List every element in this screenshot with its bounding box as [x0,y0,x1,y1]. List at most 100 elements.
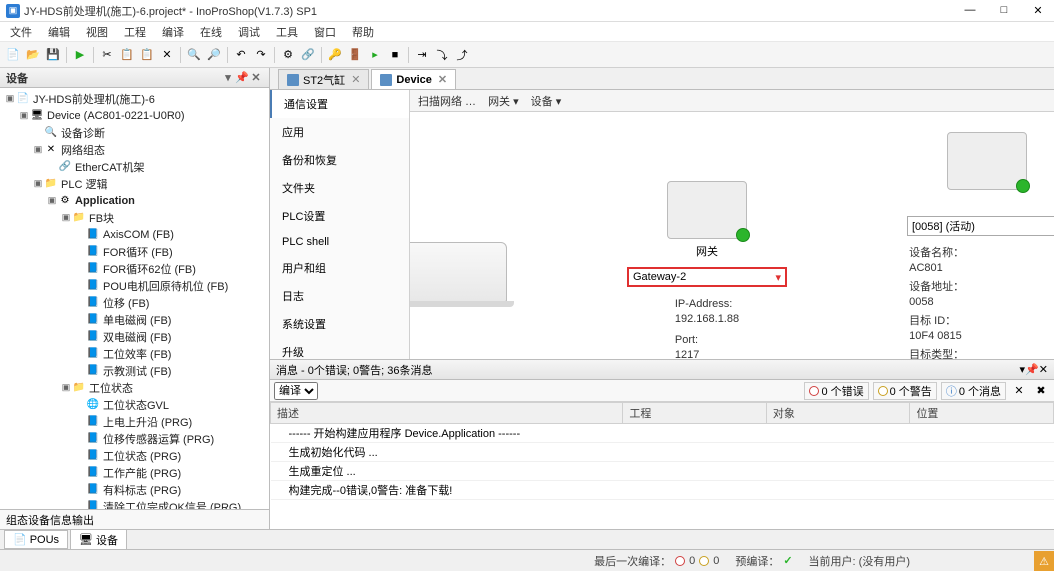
tree-item[interactable]: 🌐工位状态GVL [0,396,269,413]
tree-item[interactable]: 📘FOR循环 (FB) [0,243,269,260]
login-icon[interactable]: 🔑 [326,46,344,64]
tree-item[interactable]: 🔗EtherCAT机架 [0,158,269,175]
maximize-button[interactable]: □ [994,4,1014,17]
tree-item[interactable]: ▣⚙Application [0,192,269,209]
menu-debug[interactable]: 调试 [234,22,264,42]
tree-item[interactable]: 📘工位状态 (PRG) [0,447,269,464]
delete-icon[interactable]: ✕ [158,46,176,64]
gateway-select[interactable]: Gateway-2▾ [627,267,787,287]
panel-pin-icon[interactable]: 📌 [1025,363,1039,376]
tree-item[interactable]: 🔍设备诊断 [0,124,269,141]
tree-item[interactable]: ▣📁PLC 逻辑 [0,175,269,192]
step-icon[interactable]: ⇥ [413,46,431,64]
menu-view[interactable]: 视图 [82,22,112,42]
panel-dropdown-icon[interactable]: ▾ [221,71,235,84]
tree-item[interactable]: ▣✕网络组态 [0,141,269,158]
save-icon[interactable]: 💾 [44,46,62,64]
tree-item[interactable]: 📘位移传感器运算 (PRG) [0,430,269,447]
tree-item[interactable]: ▣🖥Device (AC801-0221-U0R0) [0,107,269,124]
nav-app[interactable]: 应用 [270,118,409,146]
tab-st2[interactable]: ST2气缸✕ [278,69,369,89]
menu-online[interactable]: 在线 [196,22,226,42]
copy-icon[interactable]: 📋 [118,46,136,64]
tree-item[interactable]: 📘工位效率 (FB) [0,345,269,362]
message-category-select[interactable]: 编译 [274,382,318,400]
menu-help[interactable]: 帮助 [348,22,378,42]
tree-item[interactable]: ▣📁工位状态 [0,379,269,396]
tree-item[interactable]: 📘AxisCOM (FB) [0,226,269,243]
tree-item[interactable]: 📘有料标志 (PRG) [0,481,269,498]
tree-item[interactable]: ▣📄JY-HDS前处理机(施工)-6 [0,90,269,107]
tab-device[interactable]: Device✕ [371,69,456,89]
link-icon[interactable]: 🔗 [299,46,317,64]
message-row[interactable]: 生成重定位 ... [271,462,1054,481]
open-icon[interactable]: 📂 [24,46,42,64]
message-row[interactable]: ------ 开始构建应用程序 Device.Application -----… [271,424,1054,443]
redo-icon[interactable]: ↷ [252,46,270,64]
device-menu[interactable]: 设备 ▾ [531,93,562,109]
messages-table[interactable]: 描述 工程 对象 位置 ------ 开始构建应用程序 Device.Appli… [270,402,1054,500]
nav-folders[interactable]: 文件夹 [270,174,409,202]
nav-plcshell[interactable]: PLC shell [270,230,409,254]
stepout-icon[interactable]: ⤴ [453,46,471,64]
nav-sys[interactable]: 系统设置 [270,310,409,338]
tree-item[interactable]: 📘单电磁阀 (FB) [0,311,269,328]
menu-edit[interactable]: 编辑 [44,22,74,42]
panel-close-icon[interactable]: ✕ [1039,363,1048,376]
message-row[interactable]: 构建完成--0错误,0警告: 准备下载! [271,481,1054,500]
tab-device[interactable]: 🖥设备 [70,529,127,551]
tree-item[interactable]: 📘示教测试 (FB) [0,362,269,379]
menu-window[interactable]: 窗口 [310,22,340,42]
start-icon[interactable]: ▸ [366,46,384,64]
tree-item[interactable]: 📘清除工位完成OK信号 (PRG) [0,498,269,509]
find2-icon[interactable]: 🔎 [205,46,223,64]
panel-pin-icon[interactable]: 📌 [235,71,249,84]
tree-item[interactable]: 📘上电上升沿 (PRG) [0,413,269,430]
panel-close-icon[interactable]: ✕ [249,71,263,84]
build-icon[interactable]: ⚙ [279,46,297,64]
config-output-tab[interactable]: 组态设备信息输出 [0,509,269,529]
stop-icon[interactable]: ■ [386,46,404,64]
minimize-button[interactable]: — [960,4,980,17]
new-icon[interactable]: 📄 [4,46,22,64]
tab-close-icon[interactable]: ✕ [438,73,447,86]
logout-icon[interactable]: 🚪 [346,46,364,64]
tree-item[interactable]: 📘FOR循环62位 (FB) [0,260,269,277]
warning-filter[interactable]: 0 个警告 [873,382,937,400]
plc-select[interactable]: [0058] (活动)▾ [907,216,1054,236]
tree-item[interactable]: 📘双电磁阀 (FB) [0,328,269,345]
nav-plcset[interactable]: PLC设置 [270,202,409,230]
scan-network-button[interactable]: 扫描网络 … [418,93,476,109]
message-row[interactable]: 生成初始化代码 ... [271,443,1054,462]
tool-icon[interactable]: ✖ [1032,382,1050,400]
nav-log[interactable]: 日志 [270,282,409,310]
menu-project[interactable]: 工程 [120,22,150,42]
gateway-menu[interactable]: 网关 ▾ [488,93,519,109]
menu-tools[interactable]: 工具 [272,22,302,42]
stepover-icon[interactable]: ⤵ [433,46,451,64]
tab-pous[interactable]: 📄POUs [4,530,68,549]
laptop-icon [410,242,507,302]
tab-close-icon[interactable]: ✕ [351,73,360,86]
run-icon[interactable]: ▶ [71,46,89,64]
clear-icon[interactable]: ✕ [1010,382,1028,400]
notification-icon[interactable]: ⚠ [1034,551,1054,571]
undo-icon[interactable]: ↶ [232,46,250,64]
tree-item[interactable]: 📘位移 (FB) [0,294,269,311]
menu-compile[interactable]: 编译 [158,22,188,42]
cut-icon[interactable]: ✂ [98,46,116,64]
device-tree[interactable]: ▣📄JY-HDS前处理机(施工)-6▣🖥Device (AC801-0221-U… [0,88,269,509]
nav-comm[interactable]: 通信设置 [270,90,409,118]
tree-item[interactable]: 📘工作产能 (PRG) [0,464,269,481]
error-filter[interactable]: 0 个错误 [804,382,868,400]
menu-file[interactable]: 文件 [6,22,36,42]
tree-item[interactable]: ▣📁FB块 [0,209,269,226]
nav-backup[interactable]: 备份和恢复 [270,146,409,174]
find-icon[interactable]: 🔍 [185,46,203,64]
close-button[interactable]: ✕ [1028,4,1048,17]
tree-item[interactable]: 📘POU电机回原待机位 (FB) [0,277,269,294]
info-filter[interactable]: ⓘ0 个消息 [941,382,1006,400]
paste-icon[interactable]: 📋 [138,46,156,64]
nav-users[interactable]: 用户和组 [270,254,409,282]
messages-panel: 消息 - 0个错误; 0警告; 36条消息 ▾ 📌 ✕ 编译 0 个错误 0 个… [270,359,1054,529]
